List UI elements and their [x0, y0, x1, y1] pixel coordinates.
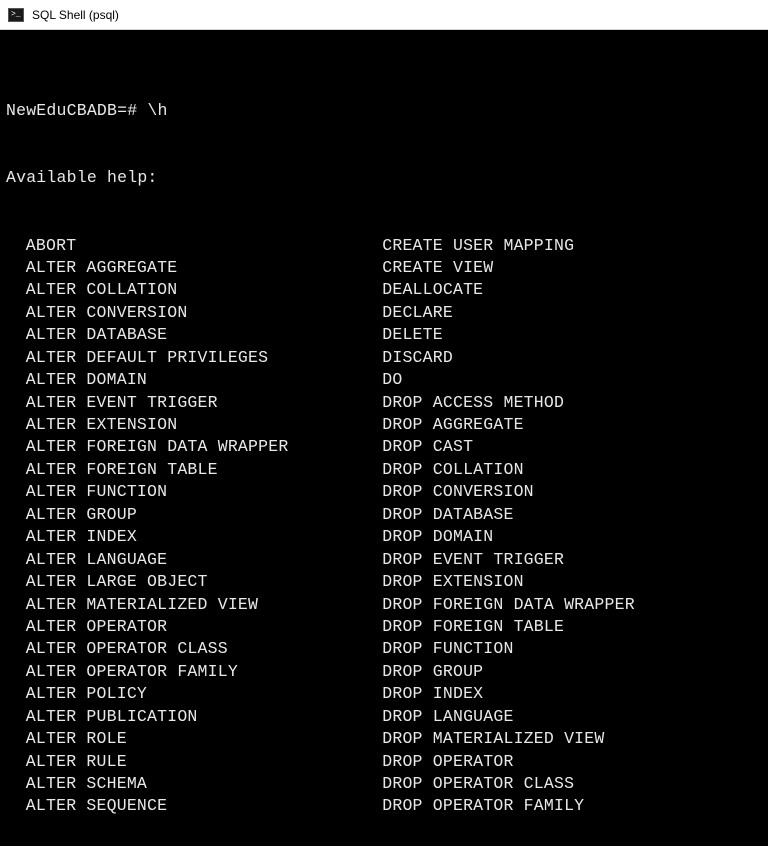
help-item: ALTER PUBLICATION: [26, 706, 382, 728]
help-item: ALTER DEFAULT PRIVILEGES: [26, 347, 382, 369]
help-item: DROP COLLATION: [382, 459, 635, 481]
help-item: ALTER OPERATOR: [26, 616, 382, 638]
window-title: SQL Shell (psql): [32, 8, 119, 22]
help-item: ALTER POLICY: [26, 683, 382, 705]
help-item: DROP EXTENSION: [382, 571, 635, 593]
help-item: DELETE: [382, 324, 635, 346]
help-item: DROP CONVERSION: [382, 481, 635, 503]
help-item: DROP AGGREGATE: [382, 414, 635, 436]
help-item: ALTER OPERATOR FAMILY: [26, 661, 382, 683]
help-column-left: ABORT ALTER AGGREGATE ALTER COLLATION AL…: [6, 235, 382, 818]
available-help-label: Available help:: [6, 167, 762, 189]
help-item: DROP MATERIALIZED VIEW: [382, 728, 635, 750]
window-title-bar[interactable]: SQL Shell (psql): [0, 0, 768, 30]
help-item: ABORT: [26, 235, 382, 257]
help-item: DROP OPERATOR: [382, 751, 635, 773]
help-item: CREATE USER MAPPING: [382, 235, 635, 257]
help-item: ALTER EVENT TRIGGER: [26, 392, 382, 414]
help-item: DROP DATABASE: [382, 504, 635, 526]
help-column-right: CREATE USER MAPPING CREATE VIEW DEALLOCA…: [382, 235, 635, 818]
help-item: DROP CAST: [382, 436, 635, 458]
help-item: ALTER GROUP: [26, 504, 382, 526]
help-item: DROP FUNCTION: [382, 638, 635, 660]
help-item: ALTER INDEX: [26, 526, 382, 548]
terminal-body[interactable]: NewEduCBADB=# \h Available help: ABORT A…: [0, 30, 768, 846]
help-item: ALTER ROLE: [26, 728, 382, 750]
help-item: ALTER DATABASE: [26, 324, 382, 346]
help-item: DROP GROUP: [382, 661, 635, 683]
help-item: DROP ACCESS METHOD: [382, 392, 635, 414]
help-item: DEALLOCATE: [382, 279, 635, 301]
help-item: ALTER MATERIALIZED VIEW: [26, 594, 382, 616]
help-item: ALTER AGGREGATE: [26, 257, 382, 279]
help-item: DROP INDEX: [382, 683, 635, 705]
help-item: ALTER FUNCTION: [26, 481, 382, 503]
help-item: DISCARD: [382, 347, 635, 369]
help-item: DROP FOREIGN TABLE: [382, 616, 635, 638]
help-item: ALTER CONVERSION: [26, 302, 382, 324]
help-item: ALTER SEQUENCE: [26, 795, 382, 817]
help-item: ALTER FOREIGN TABLE: [26, 459, 382, 481]
terminal-icon: [8, 8, 24, 22]
help-item: ALTER SCHEMA: [26, 773, 382, 795]
help-item: DROP FOREIGN DATA WRAPPER: [382, 594, 635, 616]
help-item: CREATE VIEW: [382, 257, 635, 279]
help-columns: ABORT ALTER AGGREGATE ALTER COLLATION AL…: [6, 235, 762, 818]
help-item: DROP LANGUAGE: [382, 706, 635, 728]
help-item: ALTER RULE: [26, 751, 382, 773]
help-item: ALTER LARGE OBJECT: [26, 571, 382, 593]
help-item: DROP OPERATOR CLASS: [382, 773, 635, 795]
help-item: DECLARE: [382, 302, 635, 324]
help-item: ALTER FOREIGN DATA WRAPPER: [26, 436, 382, 458]
help-item: DO: [382, 369, 635, 391]
help-item: DROP EVENT TRIGGER: [382, 549, 635, 571]
help-item: ALTER EXTENSION: [26, 414, 382, 436]
help-item: ALTER COLLATION: [26, 279, 382, 301]
help-item: DROP DOMAIN: [382, 526, 635, 548]
prompt-line: NewEduCBADB=# \h: [6, 100, 762, 122]
help-item: DROP OPERATOR FAMILY: [382, 795, 635, 817]
help-item: ALTER DOMAIN: [26, 369, 382, 391]
help-item: ALTER LANGUAGE: [26, 549, 382, 571]
help-item: ALTER OPERATOR CLASS: [26, 638, 382, 660]
